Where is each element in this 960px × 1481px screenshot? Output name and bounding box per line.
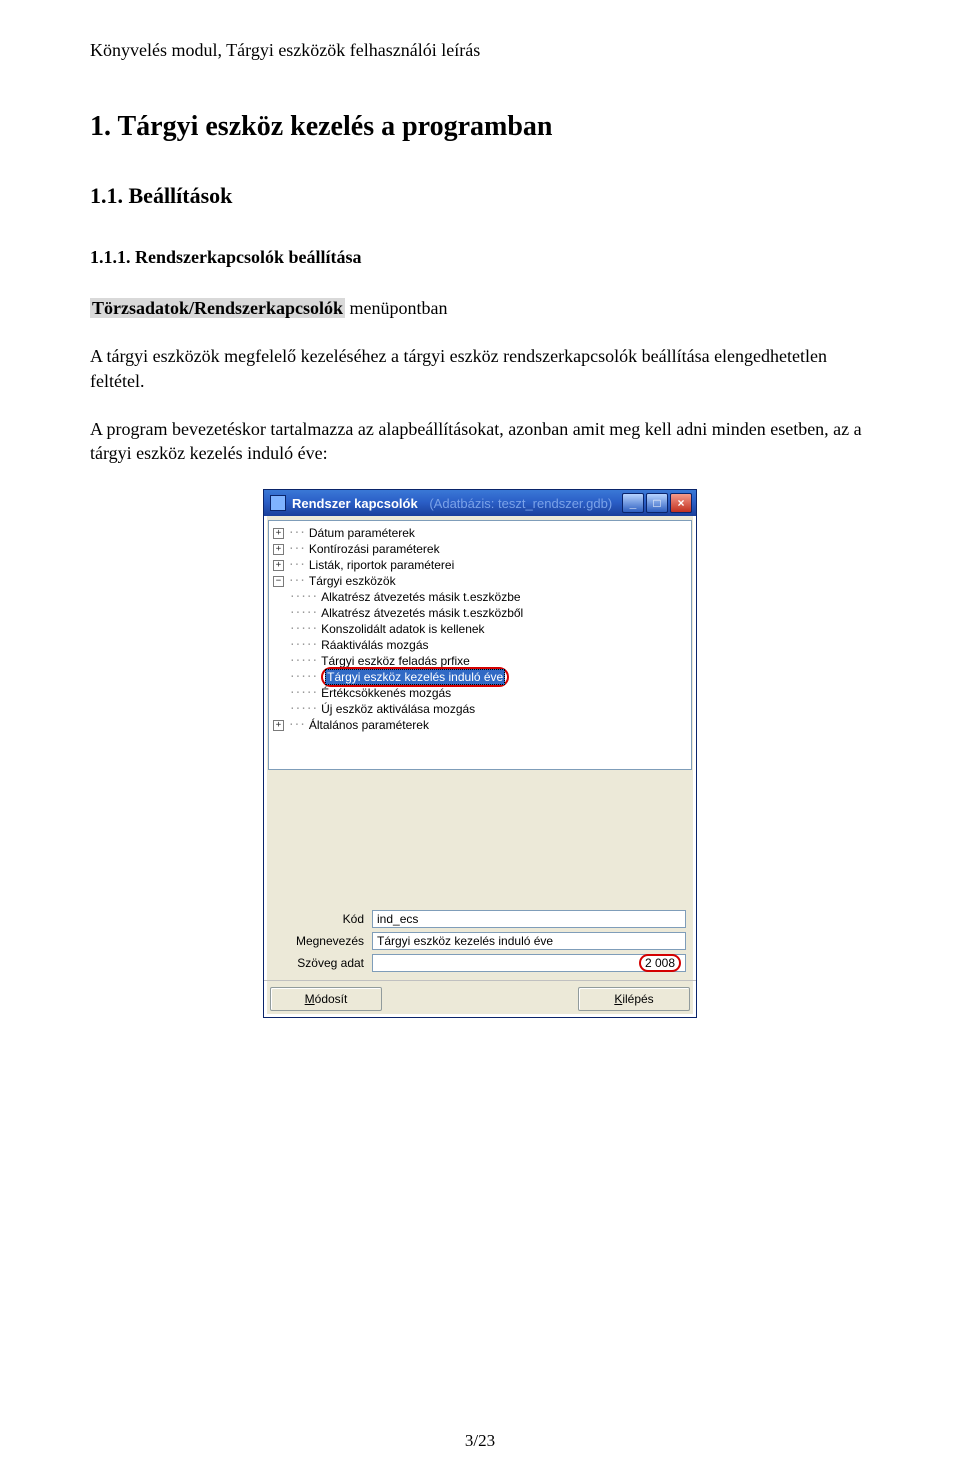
tree-node-datum-parameterek[interactable]: + ··· Dátum paraméterek bbox=[271, 525, 689, 541]
label-szoveg-adat: Szöveg adat bbox=[274, 956, 372, 970]
tree-label: Általános paraméterek bbox=[309, 717, 429, 733]
tree-node-child[interactable]: ····· Alkatrész átvezetés másik t.eszköz… bbox=[271, 589, 689, 605]
tree-node-altalanos-parameterek[interactable]: + ··· Általános paraméterek bbox=[271, 717, 689, 733]
expand-icon[interactable]: + bbox=[273, 560, 284, 571]
form-panel: Kód ind_ecs Megnevezés Tárgyi eszköz kez… bbox=[264, 904, 696, 980]
tree-label: Kontírozási paraméterek bbox=[309, 541, 440, 557]
window-controls: _ □ × bbox=[622, 493, 692, 513]
window-title-text: Rendszer kapcsolók bbox=[292, 496, 418, 511]
paragraph-menu-path: Törzsadatok/Rendszerkapcsolók menüpontba… bbox=[90, 296, 870, 320]
collapse-icon[interactable]: − bbox=[273, 576, 284, 587]
paragraph-3: A program bevezetéskor tartalmazza az al… bbox=[90, 417, 870, 466]
tree-node-targyi-eszkozok[interactable]: − ··· Tárgyi eszközök bbox=[271, 573, 689, 589]
page-number: 3/23 bbox=[0, 1431, 960, 1451]
tree-label: Dátum paraméterek bbox=[309, 525, 415, 541]
tree-node-listak-riportok[interactable]: + ··· Listák, riportok paraméterei bbox=[271, 557, 689, 573]
modosit-button[interactable]: Módosít bbox=[270, 987, 382, 1011]
screenshot-container: Rendszer kapcsolók (Adatbázis: teszt_ren… bbox=[90, 489, 870, 1018]
tree-node-child[interactable]: ····· Konszolidált adatok is kellenek bbox=[271, 621, 689, 637]
parameter-tree[interactable]: + ··· Dátum paraméterek + ··· Kontírozás… bbox=[268, 520, 692, 770]
window-rendszer-kapcsolok: Rendszer kapcsolók (Adatbázis: teszt_ren… bbox=[263, 489, 697, 1018]
input-szoveg-adat[interactable]: 2 008 bbox=[372, 954, 686, 972]
expand-icon[interactable]: + bbox=[273, 544, 284, 555]
form-row-szoveg-adat: Szöveg adat 2 008 bbox=[274, 954, 686, 972]
tree-label: Tárgyi eszközök bbox=[309, 573, 396, 589]
paragraph-2: A tárgyi eszközök megfelelő kezeléséhez … bbox=[90, 344, 870, 393]
close-button[interactable]: × bbox=[670, 493, 692, 513]
tree-label-selected: Tárgyi eszköz kezelés induló éve bbox=[325, 669, 505, 685]
label-megnevezes: Megnevezés bbox=[274, 934, 372, 948]
text: menüpontban bbox=[345, 298, 447, 318]
tree-label: Listák, riportok paraméterei bbox=[309, 557, 454, 573]
expand-icon[interactable]: + bbox=[273, 720, 284, 731]
app-icon bbox=[270, 495, 286, 511]
form-spacer bbox=[264, 774, 696, 904]
tree-label: Alkatrész átvezetés másik t.eszközből bbox=[321, 605, 523, 621]
tree-node-indulo-eve-selected[interactable]: ····· Tárgyi eszköz kezelés induló éve bbox=[271, 669, 689, 685]
menu-path-highlight: Törzsadatok/Rendszerkapcsolók bbox=[90, 298, 345, 318]
tree-label: Ráaktiválás mozgás bbox=[321, 637, 428, 653]
expand-icon[interactable]: + bbox=[273, 528, 284, 539]
heading-1: 1. Tárgyi eszköz kezelés a programban bbox=[90, 111, 870, 143]
tree-label: Konszolidált adatok is kellenek bbox=[321, 621, 484, 637]
tree-label: Értékcsökkenés mozgás bbox=[321, 685, 451, 701]
maximize-button[interactable]: □ bbox=[646, 493, 668, 513]
form-row-megnevezes: Megnevezés Tárgyi eszköz kezelés induló … bbox=[274, 932, 686, 950]
tree-label: Alkatrész átvezetés másik t.eszközbe bbox=[321, 589, 520, 605]
input-kod[interactable]: ind_ecs bbox=[372, 910, 686, 928]
document-page: Könyvelés modul, Tárgyi eszközök felhasz… bbox=[0, 0, 960, 1481]
heading-1-1-1: 1.1.1. Rendszerkapcsolók beállítása bbox=[90, 247, 870, 268]
tree-node-kontirozasi-parameterek[interactable]: + ··· Kontírozási paraméterek bbox=[271, 541, 689, 557]
button-bar: Módosít Kilépés bbox=[264, 980, 696, 1017]
label-kod: Kód bbox=[274, 912, 372, 926]
tree-node-child[interactable]: ····· Ráaktiválás mozgás bbox=[271, 637, 689, 653]
tree-node-child[interactable]: ····· Értékcsökkenés mozgás bbox=[271, 685, 689, 701]
szoveg-value: 2 008 bbox=[645, 956, 675, 970]
doc-running-header: Könyvelés modul, Tárgyi eszközök felhasz… bbox=[90, 40, 870, 61]
tree-node-child[interactable]: ····· Új eszköz aktiválása mozgás bbox=[271, 701, 689, 717]
minimize-button[interactable]: _ bbox=[622, 493, 644, 513]
highlight-circle-icon: Tárgyi eszköz kezelés induló éve bbox=[321, 667, 509, 687]
window-title: Rendszer kapcsolók (Adatbázis: teszt_ren… bbox=[292, 496, 622, 511]
window-titlebar[interactable]: Rendszer kapcsolók (Adatbázis: teszt_ren… bbox=[264, 490, 696, 516]
input-megnevezes[interactable]: Tárgyi eszköz kezelés induló éve bbox=[372, 932, 686, 950]
tree-label: Új eszköz aktiválása mozgás bbox=[321, 701, 475, 717]
highlight-circle-icon: 2 008 bbox=[639, 954, 681, 972]
kilepes-button[interactable]: Kilépés bbox=[578, 987, 690, 1011]
form-row-kod: Kód ind_ecs bbox=[274, 910, 686, 928]
window-title-faded: (Adatbázis: teszt_rendszer.gdb) bbox=[429, 496, 612, 511]
heading-1-1: 1.1. Beállítások bbox=[90, 183, 870, 209]
tree-node-child[interactable]: ····· Alkatrész átvezetés másik t.eszköz… bbox=[271, 605, 689, 621]
accelerator-underline: M bbox=[305, 992, 315, 1006]
accelerator-underline: K bbox=[614, 992, 622, 1006]
